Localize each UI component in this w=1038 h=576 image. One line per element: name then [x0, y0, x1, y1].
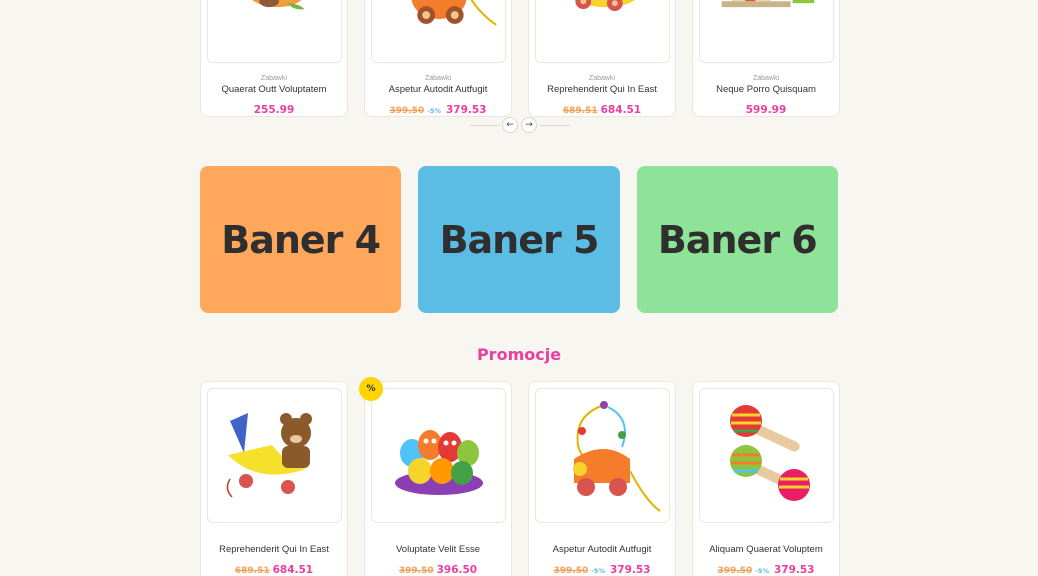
- product-name[interactable]: Neque Porro Quisquam: [693, 84, 839, 95]
- product-image[interactable]: [535, 0, 670, 63]
- product-name[interactable]: Aspetur Autodit Autfugit: [529, 544, 675, 555]
- product-image[interactable]: [699, 0, 834, 63]
- product-price: 599.99: [745, 104, 787, 116]
- product-card[interactable]: Zabawki Neque Porro Quisquam 599.99: [692, 0, 840, 117]
- old-price: 689.51: [562, 106, 598, 116]
- product-name[interactable]: Aspetur Autodit Autfugit: [365, 84, 511, 95]
- product-price: 684.51: [272, 564, 314, 576]
- product-card[interactable]: Zabawki Quaerat Outt Voluptatem 255.99: [200, 0, 348, 117]
- product-image[interactable]: [207, 388, 342, 523]
- product-card[interactable]: Reprehenderit Qui In East 689.51 684.51: [200, 381, 348, 576]
- discount-label: -5%: [591, 567, 605, 575]
- product-card[interactable]: Voluptate Velit Esse 399.50 396.50: [364, 381, 512, 576]
- product-card[interactable]: Aspetur Autodit Autfugit 399.50 -5% 379.53: [528, 381, 676, 576]
- product-image[interactable]: [371, 388, 506, 523]
- banner-5[interactable]: Baner 5: [418, 166, 620, 313]
- banner-6[interactable]: Baner 6: [636, 166, 838, 313]
- arrow-right-icon[interactable]: →: [521, 117, 537, 133]
- old-price: 399.50: [389, 106, 425, 116]
- discount-label: -5%: [427, 107, 441, 115]
- product-price: 379.53: [773, 564, 815, 576]
- product-card[interactable]: Zabawki Aspetur Autodit Autfugit 399.50-…: [364, 0, 512, 117]
- section-title: Promocje: [476, 345, 562, 364]
- product-category: Zabawki: [588, 75, 616, 82]
- arrow-left-icon[interactable]: ←: [502, 117, 518, 133]
- product-name[interactable]: Voluptate Velit Esse: [365, 544, 511, 555]
- discount-label: -5%: [755, 567, 769, 575]
- banner-row: Baner 4 Baner 5 Baner 6: [200, 166, 838, 313]
- product-price: 379.53: [445, 104, 487, 116]
- product-name[interactable]: Reprehenderit Qui In East: [201, 544, 347, 555]
- product-category: Zabawki: [424, 75, 452, 82]
- product-price: 396.50: [436, 564, 478, 576]
- product-image[interactable]: [535, 388, 670, 523]
- promo-products: Reprehenderit Qui In East 689.51 684.51 V…: [200, 381, 840, 576]
- product-prices: 399.50 396.50: [365, 558, 511, 576]
- product-card[interactable]: Aliquam Quaerat Voluptem 399.50 -5% 379.53: [692, 381, 840, 576]
- product-price: 255.99: [253, 104, 295, 116]
- product-prices: 689.51 684.51: [201, 558, 347, 576]
- product-carousel: Zabawki Quaerat Outt Voluptatem 255.99 Z…: [200, 0, 840, 117]
- product-image[interactable]: [699, 388, 834, 523]
- banner-4[interactable]: Baner 4: [200, 166, 402, 313]
- product-prices: 399.50 -5% 379.53: [529, 558, 675, 576]
- product-name[interactable]: Reprehenderit Qui In East: [529, 84, 675, 95]
- product-image[interactable]: [371, 0, 506, 63]
- product-prices: 255.99: [201, 98, 347, 117]
- old-price: 399.50: [553, 566, 589, 576]
- nav-divider: [540, 125, 570, 126]
- sale-badge: %: [359, 377, 383, 401]
- product-price: 684.51: [600, 104, 642, 116]
- product-prices: 689.51 684.51: [529, 98, 675, 117]
- product-card[interactable]: Zabawki Reprehenderit Qui In East 689.51…: [528, 0, 676, 117]
- product-name[interactable]: Aliquam Quaerat Voluptem: [693, 544, 839, 555]
- product-category: Zabawki: [752, 75, 780, 82]
- old-price: 399.50: [717, 566, 753, 576]
- product-image[interactable]: [207, 0, 342, 63]
- carousel-nav: ← →: [470, 117, 570, 133]
- old-price: 689.51: [234, 566, 270, 576]
- old-price: 399.50: [398, 566, 434, 576]
- product-price: 379.53: [609, 564, 651, 576]
- product-name[interactable]: Quaerat Outt Voluptatem: [201, 84, 347, 95]
- product-category: Zabawki: [260, 75, 288, 82]
- product-prices: 399.50 -5% 379.53: [693, 558, 839, 576]
- product-prices: 399.50 -5% 379.53: [365, 98, 511, 117]
- nav-divider: [470, 125, 500, 126]
- product-prices: 599.99: [693, 98, 839, 117]
